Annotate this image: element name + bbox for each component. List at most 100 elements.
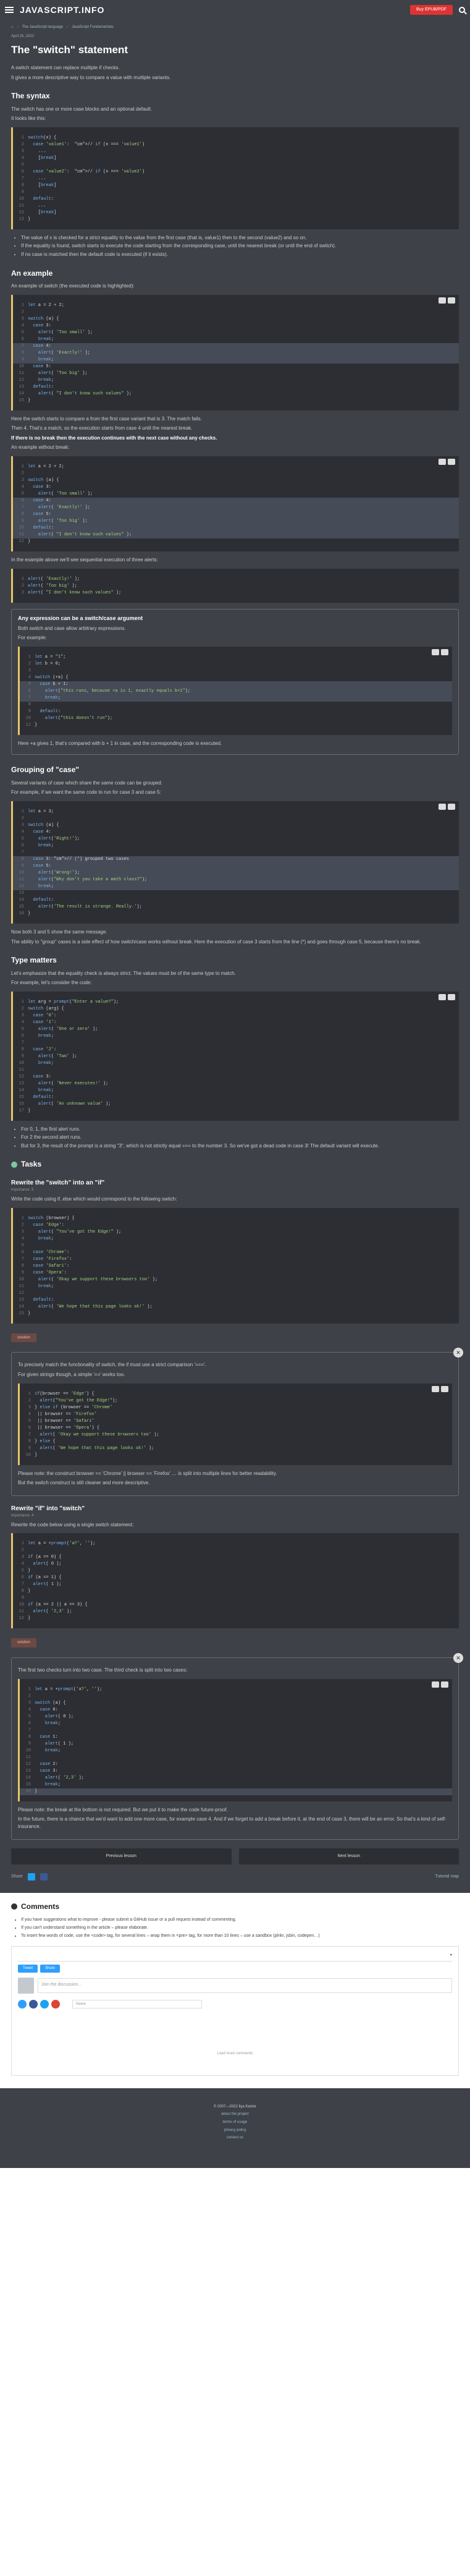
name-input[interactable]: Name	[72, 1999, 202, 2009]
comment-input[interactable]: Join the discussion...	[38, 1978, 452, 1993]
code-toolbar	[432, 1385, 448, 1392]
code-line: 5 alert('Right!');	[21, 836, 80, 841]
copy-icon[interactable]	[441, 1681, 448, 1688]
run-icon[interactable]	[439, 993, 446, 1000]
copy-icon[interactable]	[448, 803, 455, 810]
footer-link[interactable]: terms of usage	[223, 2120, 248, 2124]
tasks-heading: Tasks	[11, 1159, 459, 1170]
menu-icon[interactable]	[5, 7, 14, 13]
solution-button[interactable]: solution	[11, 1333, 36, 1343]
code-line: 4 switch (+a) {	[28, 674, 69, 680]
task-title[interactable]: Rewrite the "switch" into an "if"	[11, 1179, 104, 1188]
section-heading[interactable]: The syntax	[11, 91, 459, 101]
paragraph: Please note: the break at the bottom is …	[18, 1806, 228, 1813]
google-login-icon[interactable]	[51, 1999, 60, 2009]
tutorial-map-link[interactable]: Tutorial map	[435, 1874, 459, 1880]
code-line: 2 alert("You've got the Edge!");	[28, 1398, 118, 1403]
code-line: 11 break;	[19, 1283, 54, 1289]
code-line: 9 alert( 'Two' );	[21, 1053, 77, 1059]
buy-ebook-button[interactable]: Buy EPUB/PDF	[409, 4, 453, 15]
paragraph: The ability to "group" cases is a side e…	[11, 938, 421, 945]
paragraph: Let's emphasize that the equality check …	[11, 970, 236, 976]
close-icon[interactable]: ✕	[453, 1653, 463, 1664]
code-line: 1 alert( 'Exactly!' );	[21, 576, 80, 582]
code-line: 3 if (a == 0) {	[21, 1555, 62, 1560]
intro-text: A switch statement can replace multiple …	[11, 65, 120, 71]
code-line: 4 case 0:	[28, 1707, 58, 1712]
paragraph: But the switch construct is still cleane…	[18, 1480, 150, 1486]
search-icon[interactable]	[459, 6, 465, 13]
solution-panel: ✕ The first two checks turn into two cas…	[11, 1653, 463, 1840]
next-lesson-button[interactable]: Next lesson	[238, 1848, 459, 1864]
code-line: 16}	[20, 1788, 452, 1795]
breadcrumb-item[interactable]: The JavaScript language	[22, 25, 63, 30]
close-icon[interactable]: ✕	[453, 1348, 463, 1358]
home-icon[interactable]: ⌂	[11, 25, 14, 30]
section-heading[interactable]: Grouping of "case"	[11, 765, 459, 775]
previous-lesson-button[interactable]: Previous lesson	[11, 1848, 232, 1864]
run-icon[interactable]	[439, 297, 446, 304]
code-line: 4 case 3:	[21, 484, 51, 490]
code-line: 6 case 4:	[13, 497, 459, 504]
footer-link[interactable]: about the project	[221, 2112, 249, 2116]
code-line: 6 case 'Chrome':	[21, 1249, 70, 1255]
bullet-list: For 0, 1, the first alert runs. For 2 th…	[21, 1126, 459, 1150]
code-line: 1 let a = +prompt('a?', '');	[21, 1541, 96, 1547]
footer-link[interactable]: privacy policy	[224, 2128, 246, 2132]
login-icon[interactable]: ♥	[450, 1953, 452, 1958]
copy-icon[interactable]	[441, 1385, 448, 1392]
code-line: 14 alert( 'We hope that this page looks …	[19, 1304, 153, 1309]
facebook-login-icon[interactable]	[29, 1999, 38, 2009]
code-line: 5 alert( 0 );	[28, 1714, 74, 1719]
code-line: 5 alert( 'Too small' );	[21, 491, 93, 496]
run-icon[interactable]	[432, 1681, 439, 1688]
code-line: 3 switch (a) {	[21, 316, 59, 321]
twitter-icon[interactable]	[27, 1872, 35, 1881]
code-line: 2	[21, 309, 24, 315]
run-icon[interactable]	[439, 458, 446, 465]
code-line: 10 if (a == 2 || a == 3) {	[19, 1602, 88, 1608]
comments-title: Comments	[21, 1902, 60, 1911]
footer-link[interactable]: contact us	[227, 2136, 243, 2140]
disqus-login-icon[interactable]	[18, 1999, 27, 2009]
breadcrumb-item[interactable]: JavaScript Fundamentals	[72, 25, 114, 30]
code-line: 8 alert( 'Exactly!' );	[13, 349, 459, 357]
code-line: 10 break;	[19, 1060, 54, 1066]
task-header: Rewrite "if" into "switch"	[11, 1505, 459, 1514]
site-logo[interactable]: JAVASCRIPT.INFO	[20, 4, 104, 16]
copy-icon[interactable]	[441, 648, 448, 655]
copy-icon[interactable]	[448, 297, 455, 304]
share-button[interactable]: Share	[40, 1965, 61, 1973]
copy-icon[interactable]	[448, 993, 455, 1000]
load-more-comments[interactable]: Load more comments	[12, 2051, 458, 2057]
section-heading[interactable]: An example	[11, 268, 459, 279]
section-heading[interactable]: Type matters	[11, 955, 459, 966]
facebook-icon[interactable]	[40, 1872, 48, 1881]
code-block: 1 alert( 'Exactly!' ); 2 alert( 'Too big' )…	[11, 568, 459, 603]
run-icon[interactable]	[439, 803, 446, 810]
list-item: But for 3, the result of the prompt is a…	[21, 1142, 459, 1150]
code-line: 9	[21, 1596, 24, 1601]
twitter-login-icon[interactable]	[40, 1999, 49, 2009]
code-block: 1 if(browser == 'Edge') {2 alert("You've …	[18, 1383, 452, 1465]
code-line: 2 switch (arg) {	[21, 1006, 64, 1011]
tweet-button[interactable]: Tweet	[18, 1965, 38, 1973]
paragraph: Write the code using if..else which woul…	[11, 1196, 177, 1202]
code-line: 4 || browser == 'Firefox'	[28, 1411, 97, 1417]
task-title[interactable]: Rewrite "if" into "switch"	[11, 1505, 85, 1514]
code-line: 4 alert( 0 );	[21, 1562, 62, 1567]
run-icon[interactable]	[432, 1385, 439, 1392]
code-line: 2 let b = 0;	[28, 661, 61, 666]
copy-icon[interactable]	[448, 458, 455, 465]
code-line: 12 [break]	[19, 210, 57, 215]
solution-button[interactable]: solution	[11, 1638, 36, 1648]
list-item: If no case is matched then the default c…	[21, 251, 459, 258]
code-block: 1 let a = +prompt('a?', ''); 2 3 switch (a) …	[18, 1678, 452, 1801]
code-line: 5	[21, 1243, 24, 1248]
code-line: 10 break;	[25, 1748, 61, 1753]
code-line: 15 alert('The result is strange. Really.…	[19, 904, 142, 909]
paragraph: Now both 3 and 5 show the same message.	[11, 929, 107, 935]
run-icon[interactable]	[432, 648, 439, 655]
code-line: 16}	[19, 911, 31, 916]
paragraph: In the example above we'll see sequentia…	[11, 556, 158, 563]
